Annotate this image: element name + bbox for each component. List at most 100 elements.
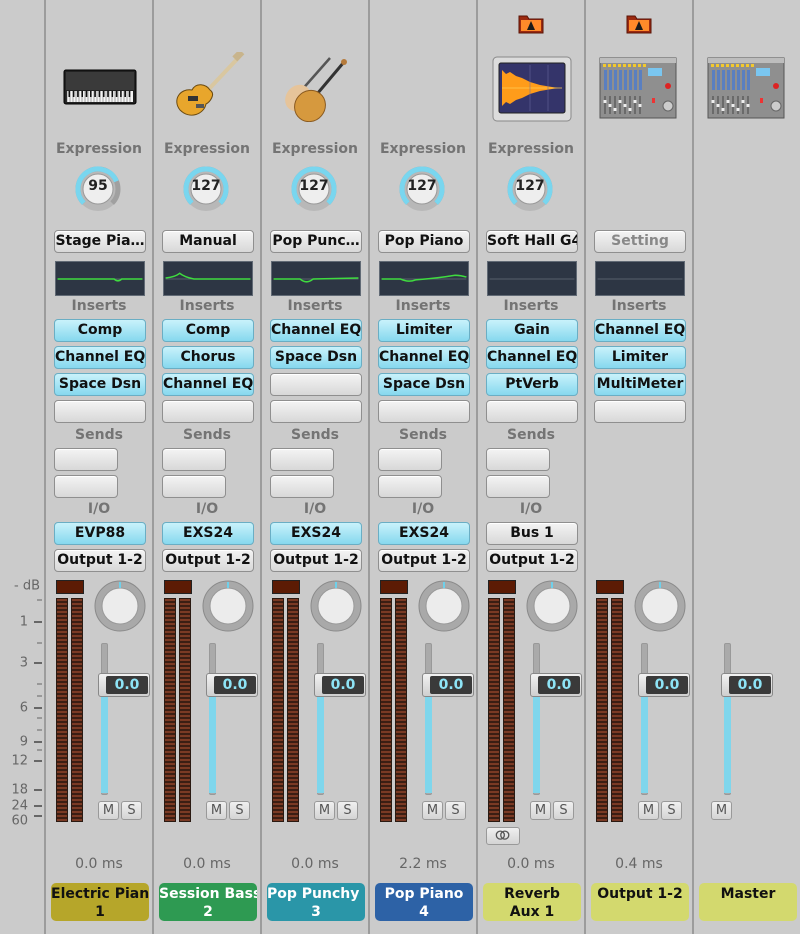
output-slot[interactable]: Output 1-2 <box>270 549 362 572</box>
channel-name-tag[interactable]: Master <box>699 883 797 921</box>
link-button[interactable] <box>486 827 520 845</box>
db-tick-minor <box>37 683 42 685</box>
insert-slot[interactable]: Comp <box>162 319 254 342</box>
send-slot[interactable] <box>270 448 334 471</box>
latency-readout: 0.0 ms <box>75 856 123 872</box>
channel-setting-button[interactable]: Stage Pia… <box>54 230 146 253</box>
insert-slot[interactable]: Limiter <box>594 346 686 369</box>
output-slot[interactable]: Output 1-2 <box>378 549 470 572</box>
eq-thumbnail[interactable] <box>379 261 469 296</box>
channel-name-tag[interactable]: Session Bass 2 <box>159 883 257 921</box>
insert-slot[interactable]: Space Dsn <box>54 373 146 396</box>
input-slot[interactable]: EXS24 <box>162 522 254 545</box>
insert-slot[interactable]: MultiMeter <box>594 373 686 396</box>
insert-slot[interactable]: Channel EQ <box>486 346 578 369</box>
send-slot[interactable] <box>486 475 550 498</box>
solo-button[interactable]: S <box>553 801 574 820</box>
bass-guitar-icon[interactable] <box>170 49 246 122</box>
electric-piano-icon[interactable] <box>62 52 138 122</box>
insert-slot[interactable]: Gain <box>486 319 578 342</box>
insert-slot[interactable]: Channel EQ <box>378 346 470 369</box>
mute-button[interactable]: M <box>638 801 659 820</box>
peak-indicator[interactable] <box>164 580 192 594</box>
peak-indicator[interactable] <box>272 580 300 594</box>
input-slot[interactable]: Bus 1 <box>486 522 578 545</box>
insert-slot[interactable]: PtVerb <box>486 373 578 396</box>
eq-thumbnail[interactable] <box>55 261 145 296</box>
mute-button[interactable]: M <box>711 801 732 820</box>
pan-knob[interactable] <box>94 580 146 632</box>
send-slot[interactable] <box>54 448 118 471</box>
insert-slot[interactable]: Chorus <box>162 346 254 369</box>
mute-button[interactable]: M <box>314 801 335 820</box>
eq-thumbnail[interactable] <box>163 261 253 296</box>
mute-button[interactable]: M <box>98 801 119 820</box>
insert-slot[interactable]: Limiter <box>378 319 470 342</box>
channel-setting-button[interactable]: Pop Punc… <box>270 230 362 253</box>
peak-indicator[interactable] <box>596 580 624 594</box>
input-slot[interactable]: EXS24 <box>270 522 362 545</box>
solo-button[interactable]: S <box>229 801 250 820</box>
pan-knob[interactable] <box>202 580 254 632</box>
pan-knob[interactable] <box>310 580 362 632</box>
send-slot[interactable] <box>54 475 118 498</box>
mute-button[interactable]: M <box>530 801 551 820</box>
output-slot[interactable]: Output 1-2 <box>54 549 146 572</box>
channel-name-tag[interactable]: Pop Punchy S 3 <box>267 883 365 921</box>
empty-insert-slot[interactable] <box>270 400 362 423</box>
empty-insert-slot[interactable] <box>378 400 470 423</box>
pan-knob[interactable] <box>418 580 470 632</box>
pan-knob[interactable] <box>634 580 686 632</box>
empty-insert-slot[interactable] <box>270 373 362 396</box>
solo-button[interactable]: S <box>445 801 466 820</box>
eq-thumbnail[interactable] <box>487 261 577 296</box>
send-slot[interactable] <box>378 448 442 471</box>
send-slot[interactable] <box>270 475 334 498</box>
output-slot[interactable]: Output 1-2 <box>486 549 578 572</box>
solo-button[interactable]: S <box>337 801 358 820</box>
insert-slot[interactable]: Channel EQ <box>54 346 146 369</box>
channel-setting-button[interactable]: Manual <box>162 230 254 253</box>
mixing-console-icon[interactable] <box>598 54 677 124</box>
folder-icon[interactable] <box>626 12 652 34</box>
channel-setting-button[interactable]: Setting <box>594 230 686 253</box>
insert-slot[interactable]: Space Dsn <box>378 373 470 396</box>
insert-slot[interactable]: Channel EQ <box>270 319 362 342</box>
send-slot[interactable] <box>378 475 442 498</box>
mute-button[interactable]: M <box>422 801 443 820</box>
send-slot[interactable] <box>162 448 226 471</box>
eq-thumbnail[interactable] <box>595 261 685 296</box>
channel-name-tag[interactable]: Pop Piano 4 <box>375 883 473 921</box>
solo-button[interactable]: S <box>121 801 142 820</box>
channel-setting-button[interactable]: Soft Hall G4 <box>486 230 578 253</box>
channel-name-tag[interactable]: Reverb Aux 1 <box>483 883 581 921</box>
eq-thumbnail[interactable] <box>271 261 361 296</box>
channel-name-tag[interactable]: Output 1-2 <box>591 883 689 921</box>
empty-insert-slot[interactable] <box>162 400 254 423</box>
insert-slot[interactable]: Space Dsn <box>270 346 362 369</box>
peak-indicator[interactable] <box>380 580 408 594</box>
folder-icon[interactable] <box>518 12 544 34</box>
peak-indicator[interactable] <box>56 580 84 594</box>
violins-icon[interactable] <box>278 52 354 123</box>
solo-button[interactable]: S <box>661 801 682 820</box>
insert-slot[interactable]: Comp <box>54 319 146 342</box>
empty-insert-slot[interactable] <box>594 400 686 423</box>
reverb-waveform-icon[interactable] <box>492 56 572 126</box>
input-slot[interactable]: EXS24 <box>378 522 470 545</box>
empty-insert-slot[interactable] <box>54 400 146 423</box>
insert-slot[interactable]: Channel EQ <box>594 319 686 342</box>
input-slot[interactable]: EVP88 <box>54 522 146 545</box>
channel-setting-button[interactable]: Pop Piano <box>378 230 470 253</box>
output-slot[interactable]: Output 1-2 <box>162 549 254 572</box>
level-meter-left <box>164 598 176 822</box>
pan-knob[interactable] <box>526 580 578 632</box>
send-slot[interactable] <box>162 475 226 498</box>
insert-slot[interactable]: Channel EQ <box>162 373 254 396</box>
peak-indicator[interactable] <box>488 580 516 594</box>
mixing-console-icon[interactable] <box>706 54 785 124</box>
mute-button[interactable]: M <box>206 801 227 820</box>
send-slot[interactable] <box>486 448 550 471</box>
channel-name-tag[interactable]: Electric Pian 1 <box>51 883 149 921</box>
empty-insert-slot[interactable] <box>486 400 578 423</box>
